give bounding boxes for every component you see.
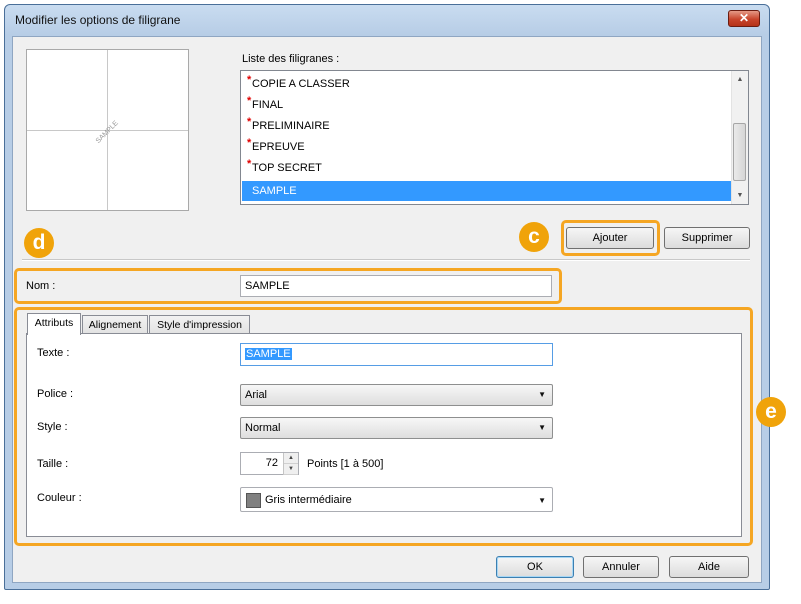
chevron-down-icon: ▼ [538, 423, 546, 432]
color-label: Couleur : [37, 492, 82, 504]
list-item-label: EPREUVE [252, 141, 305, 153]
watermark-listbox[interactable]: * COPIE A CLASSER * FINAL * PRELIMINAIRE… [240, 70, 749, 205]
close-button[interactable]: ✕ [728, 10, 760, 27]
scroll-down-arrow-icon[interactable]: ▼ [732, 187, 748, 204]
list-item-label: FINAL [252, 99, 284, 111]
chevron-down-icon: ▼ [538, 390, 546, 399]
list-item-label: SAMPLE [252, 185, 297, 197]
list-item[interactable]: * TOP SECRET [242, 158, 732, 178]
spin-up-icon[interactable]: ▲ [284, 453, 298, 464]
text-input-value: SAMPLE [245, 348, 292, 360]
predefined-marker: * [247, 95, 252, 107]
scrollbar-thumb[interactable] [733, 123, 746, 181]
text-label: Texte : [37, 347, 70, 359]
text-input[interactable]: SAMPLE [240, 343, 553, 366]
list-item[interactable]: * FINAL [242, 95, 732, 115]
watermark-preview: SAMPLE [26, 49, 189, 211]
name-field[interactable]: SAMPLE [240, 275, 552, 297]
predefined-marker: * [247, 158, 252, 170]
list-item[interactable]: * COPIE A CLASSER [242, 74, 732, 94]
predefined-marker: * [247, 116, 252, 128]
callout-e-badge: e [756, 397, 786, 427]
style-select[interactable]: Normal ▼ [240, 417, 553, 439]
chevron-down-icon: ▼ [538, 496, 546, 505]
size-unit-label: Points [1 à 500] [307, 458, 384, 470]
style-select-value: Normal [245, 422, 281, 434]
help-button[interactable]: Aide [669, 556, 749, 578]
callout-d-badge: d [24, 228, 54, 258]
list-item[interactable]: * PRELIMINAIRE [242, 116, 732, 136]
list-item-label: PRELIMINAIRE [252, 120, 330, 132]
tab-attributs[interactable]: Attributs [27, 313, 81, 335]
size-label: Taille : [37, 458, 69, 470]
ok-button[interactable]: OK [496, 556, 574, 578]
spin-down-icon[interactable]: ▼ [284, 464, 298, 475]
size-stepper[interactable]: 72 ▲ ▼ [240, 452, 299, 475]
style-label: Style : [37, 421, 68, 433]
watermark-list-label: Liste des filigranes : [242, 53, 340, 65]
list-item[interactable]: * EPREUVE [242, 137, 732, 157]
color-select[interactable]: Gris intermédiaire ▼ [240, 487, 553, 512]
color-select-value: Gris intermédiaire [265, 494, 352, 506]
tab-style-impression[interactable]: Style d'impression [149, 315, 250, 334]
size-spin-buttons[interactable]: ▲ ▼ [283, 453, 298, 475]
list-scrollbar[interactable]: ▲ ▼ [731, 71, 748, 204]
add-button[interactable]: Ajouter [566, 227, 654, 249]
scroll-up-arrow-icon[interactable]: ▲ [732, 71, 748, 88]
name-label: Nom : [26, 280, 56, 292]
separator [22, 259, 750, 261]
delete-button[interactable]: Supprimer [664, 227, 750, 249]
color-swatch [246, 493, 261, 508]
predefined-marker: * [247, 137, 252, 149]
preview-page-graphic: SAMPLE [27, 50, 188, 210]
list-item-selected[interactable]: SAMPLE [242, 181, 732, 201]
font-select-value: Arial [245, 389, 268, 401]
predefined-marker: * [247, 74, 252, 86]
list-item-label: COPIE A CLASSER [252, 78, 350, 90]
tab-alignement[interactable]: Alignement [82, 315, 148, 334]
callout-c-badge: c [519, 222, 549, 252]
dialog-title: Modifier les options de filigrane [15, 13, 181, 27]
cancel-button[interactable]: Annuler [583, 556, 659, 578]
list-item-label: TOP SECRET [252, 162, 322, 174]
font-label: Police : [37, 388, 74, 400]
font-select[interactable]: Arial ▼ [240, 384, 553, 406]
size-value: 72 [265, 457, 278, 469]
